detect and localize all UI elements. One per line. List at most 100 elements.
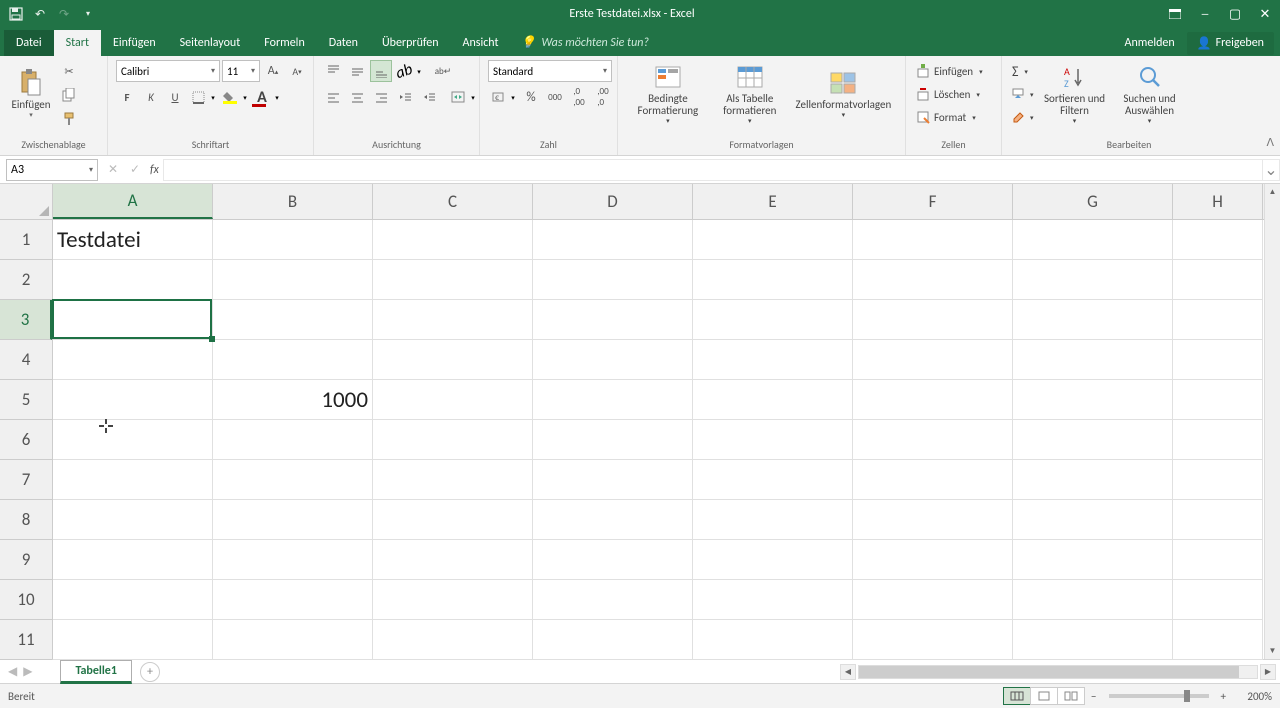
cell[interactable] xyxy=(1173,420,1263,460)
cut-button[interactable]: ✂ xyxy=(58,60,80,82)
fx-icon[interactable]: fx xyxy=(150,163,159,177)
cell[interactable] xyxy=(693,580,853,620)
cell[interactable] xyxy=(1013,460,1173,500)
tab-review[interactable]: Überprüfen xyxy=(370,30,451,56)
column-header[interactable]: E xyxy=(693,184,853,219)
cell[interactable] xyxy=(373,340,533,380)
cell[interactable] xyxy=(53,460,213,500)
cell[interactable] xyxy=(373,420,533,460)
cell[interactable] xyxy=(213,260,373,300)
cell[interactable] xyxy=(693,340,853,380)
expand-formula-icon[interactable]: ⌄ xyxy=(1262,159,1280,181)
cell[interactable] xyxy=(693,260,853,300)
add-sheet-button[interactable]: + xyxy=(140,662,160,682)
cell[interactable] xyxy=(693,620,853,660)
increase-font-button[interactable]: A▴ xyxy=(262,60,284,82)
fill-button[interactable]: ▾ xyxy=(1010,83,1036,105)
row-header[interactable]: 9 xyxy=(0,540,52,580)
cell[interactable] xyxy=(853,620,1013,660)
name-box[interactable]: A3▾ xyxy=(6,159,98,181)
tab-formulas[interactable]: Formeln xyxy=(252,30,316,56)
cancel-formula-icon[interactable]: ✕ xyxy=(104,162,122,177)
scroll-right-icon[interactable]: ▶ xyxy=(1260,664,1276,680)
share-button[interactable]: 👤 Freigeben xyxy=(1187,32,1274,55)
formula-input[interactable] xyxy=(163,159,1262,181)
cell[interactable] xyxy=(693,420,853,460)
cell[interactable] xyxy=(533,420,693,460)
cell[interactable] xyxy=(533,620,693,660)
decrease-decimal-button[interactable]: ,00,0 xyxy=(592,86,614,108)
row-header[interactable]: 7 xyxy=(0,460,52,500)
row-header[interactable]: 4 xyxy=(0,340,52,380)
zoom-out-button[interactable]: − xyxy=(1091,690,1096,703)
zoom-thumb[interactable] xyxy=(1184,690,1190,702)
align-bottom-button[interactable] xyxy=(370,60,392,82)
find-select-button[interactable]: Suchen und Auswählen▾ xyxy=(1114,60,1186,128)
cell[interactable] xyxy=(533,220,693,260)
column-header[interactable]: H xyxy=(1173,184,1263,219)
cell[interactable] xyxy=(853,500,1013,540)
cell[interactable] xyxy=(213,620,373,660)
cell[interactable] xyxy=(853,580,1013,620)
border-button[interactable]: ▾ xyxy=(188,86,218,108)
cell[interactable] xyxy=(853,460,1013,500)
sheet-prev-icon[interactable]: ◀ xyxy=(8,664,17,679)
row-header[interactable]: 11 xyxy=(0,620,52,660)
select-all-corner[interactable] xyxy=(0,184,53,220)
cell[interactable] xyxy=(213,540,373,580)
page-layout-view-button[interactable] xyxy=(1030,687,1058,705)
cell[interactable] xyxy=(373,540,533,580)
cell[interactable] xyxy=(213,340,373,380)
decrease-indent-button[interactable] xyxy=(394,86,416,108)
cell[interactable] xyxy=(1013,420,1173,460)
cell[interactable] xyxy=(1173,380,1263,420)
format-cells-button[interactable]: Format▾ xyxy=(914,106,985,128)
tell-me-search[interactable]: 💡 Was möchten Sie tun? xyxy=(511,29,659,56)
column-header[interactable]: A xyxy=(53,184,213,219)
cell[interactable] xyxy=(693,380,853,420)
align-center-button[interactable] xyxy=(346,86,368,108)
zoom-level[interactable]: 200% xyxy=(1232,690,1272,703)
hscroll-thumb[interactable] xyxy=(859,666,1239,678)
cells-area[interactable]: Testdatei1000 xyxy=(53,220,1264,659)
cell[interactable] xyxy=(853,380,1013,420)
cell[interactable] xyxy=(1013,220,1173,260)
cell[interactable] xyxy=(853,540,1013,580)
vertical-scrollbar[interactable]: ▲ ▼ xyxy=(1264,184,1280,659)
font-size-combo[interactable]: 11▾ xyxy=(222,60,260,82)
row-header[interactable]: 2 xyxy=(0,260,52,300)
cell[interactable] xyxy=(533,500,693,540)
cell[interactable] xyxy=(53,340,213,380)
zoom-in-button[interactable]: + xyxy=(1221,690,1226,703)
row-header[interactable]: 10 xyxy=(0,580,52,620)
cell[interactable] xyxy=(1173,300,1263,340)
number-format-combo[interactable]: Standard▾ xyxy=(488,60,612,82)
decrease-font-button[interactable]: A▾ xyxy=(286,60,308,82)
cell[interactable] xyxy=(373,500,533,540)
tab-data[interactable]: Daten xyxy=(317,30,370,56)
cell[interactable] xyxy=(213,580,373,620)
cell[interactable] xyxy=(1173,620,1263,660)
column-header[interactable]: G xyxy=(1013,184,1173,219)
cell[interactable] xyxy=(693,460,853,500)
paste-button[interactable]: Einfügen ▾ xyxy=(8,60,54,128)
cell[interactable] xyxy=(213,420,373,460)
delete-cells-button[interactable]: Löschen▾ xyxy=(914,83,985,105)
sign-in-link[interactable]: Anmelden xyxy=(1115,30,1185,56)
format-painter-button[interactable] xyxy=(58,108,80,130)
cell[interactable] xyxy=(373,380,533,420)
cell[interactable] xyxy=(53,260,213,300)
cell[interactable] xyxy=(1013,380,1173,420)
comma-style-button[interactable]: 000 xyxy=(544,86,566,108)
cell[interactable] xyxy=(373,580,533,620)
cell[interactable]: Testdatei xyxy=(53,220,213,260)
close-icon[interactable]: ✕ xyxy=(1250,0,1280,28)
cell[interactable] xyxy=(373,220,533,260)
hscroll-track[interactable] xyxy=(858,665,1258,679)
normal-view-button[interactable] xyxy=(1003,687,1031,705)
cell[interactable] xyxy=(53,420,213,460)
cell[interactable] xyxy=(213,460,373,500)
tab-file[interactable]: Datei xyxy=(4,30,54,56)
cell[interactable] xyxy=(533,300,693,340)
fill-color-button[interactable]: ▾ xyxy=(220,86,250,108)
